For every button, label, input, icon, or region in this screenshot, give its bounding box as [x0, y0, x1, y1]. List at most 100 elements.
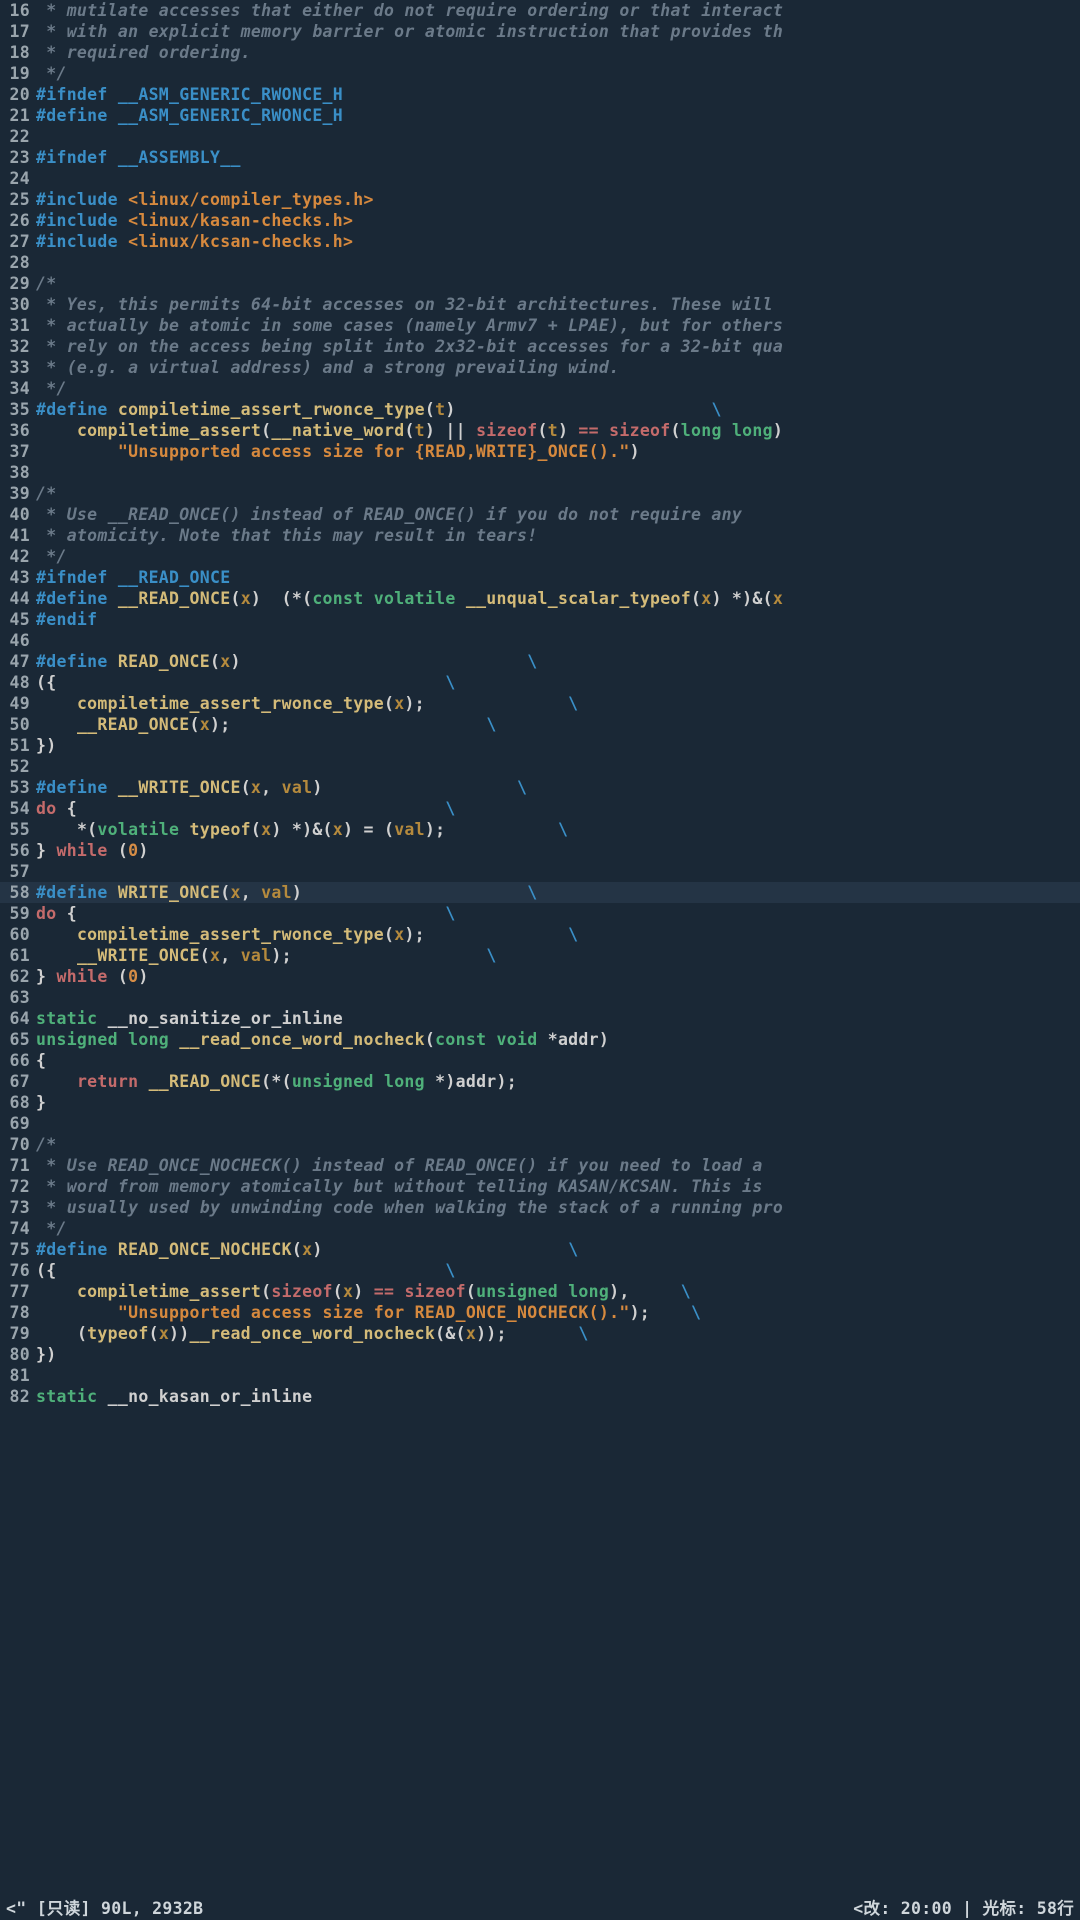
code-area[interactable]: 16 * mutilate accesses that either do no…	[0, 0, 1080, 1407]
code-line[interactable]: 37 "Unsupported access size for {READ,WR…	[0, 441, 1080, 462]
line-content	[36, 1113, 1080, 1134]
code-line[interactable]: 32 * rely on the access being split into…	[0, 336, 1080, 357]
code-line[interactable]: 76({ \	[0, 1260, 1080, 1281]
code-line[interactable]: 45#endif	[0, 609, 1080, 630]
code-line[interactable]: 64static __no_sanitize_or_inline	[0, 1008, 1080, 1029]
code-line[interactable]: 77 compiletime_assert(sizeof(x) == sizeo…	[0, 1281, 1080, 1302]
code-line[interactable]: 81	[0, 1365, 1080, 1386]
code-line[interactable]: 36 compiletime_assert(__native_word(t) |…	[0, 420, 1080, 441]
line-number: 59	[0, 903, 36, 924]
code-line[interactable]: 34 */	[0, 378, 1080, 399]
code-line[interactable]: 60 compiletime_assert_rwonce_type(x); \	[0, 924, 1080, 945]
code-line[interactable]: 49 compiletime_assert_rwonce_type(x); \	[0, 693, 1080, 714]
line-number: 65	[0, 1029, 36, 1050]
line-number: 75	[0, 1239, 36, 1260]
line-content	[36, 126, 1080, 147]
code-line[interactable]: 67 return __READ_ONCE(*(unsigned long *)…	[0, 1071, 1080, 1092]
code-line[interactable]: 17 * with an explicit memory barrier or …	[0, 21, 1080, 42]
code-line[interactable]: 58#define WRITE_ONCE(x, val) \	[0, 882, 1080, 903]
code-line[interactable]: 31 * actually be atomic in some cases (n…	[0, 315, 1080, 336]
code-line[interactable]: 29/*	[0, 273, 1080, 294]
code-line[interactable]: 65unsigned long __read_once_word_nocheck…	[0, 1029, 1080, 1050]
code-line[interactable]: 54do { \	[0, 798, 1080, 819]
code-line[interactable]: 71 * Use READ_ONCE_NOCHECK() instead of …	[0, 1155, 1080, 1176]
code-line[interactable]: 25#include <linux/compiler_types.h>	[0, 189, 1080, 210]
code-line[interactable]: 72 * word from memory atomically but wit…	[0, 1176, 1080, 1197]
code-line[interactable]: 27#include <linux/kcsan-checks.h>	[0, 231, 1080, 252]
line-number: 36	[0, 420, 36, 441]
line-content: * usually used by unwinding code when wa…	[36, 1197, 1080, 1218]
code-line[interactable]: 18 * required ordering.	[0, 42, 1080, 63]
line-number: 24	[0, 168, 36, 189]
code-line[interactable]: 73 * usually used by unwinding code when…	[0, 1197, 1080, 1218]
code-line[interactable]: 38	[0, 462, 1080, 483]
line-content: * with an explicit memory barrier or ato…	[36, 21, 1080, 42]
code-line[interactable]: 28	[0, 252, 1080, 273]
code-line[interactable]: 44#define __READ_ONCE(x) (*(const volati…	[0, 588, 1080, 609]
line-content: #include <linux/kcsan-checks.h>	[36, 231, 1080, 252]
code-line[interactable]: 78 "Unsupported access size for READ_ONC…	[0, 1302, 1080, 1323]
code-line[interactable]: 69	[0, 1113, 1080, 1134]
code-line[interactable]: 30 * Yes, this permits 64-bit accesses o…	[0, 294, 1080, 315]
code-line[interactable]: 46	[0, 630, 1080, 651]
code-line[interactable]: 63	[0, 987, 1080, 1008]
code-line[interactable]: 66{	[0, 1050, 1080, 1071]
line-number: 64	[0, 1008, 36, 1029]
line-content: * actually be atomic in some cases (name…	[36, 315, 1080, 336]
code-line[interactable]: 40 * Use __READ_ONCE() instead of READ_O…	[0, 504, 1080, 525]
code-line[interactable]: 57	[0, 861, 1080, 882]
code-line[interactable]: 20#ifndef __ASM_GENERIC_RWONCE_H	[0, 84, 1080, 105]
code-line[interactable]: 51})	[0, 735, 1080, 756]
line-content: * Use READ_ONCE_NOCHECK() instead of REA…	[36, 1155, 1080, 1176]
line-content: "Unsupported access size for {READ,WRITE…	[36, 441, 1080, 462]
code-line[interactable]: 62} while (0)	[0, 966, 1080, 987]
line-content: #define WRITE_ONCE(x, val) \	[36, 882, 1080, 903]
code-line[interactable]: 56} while (0)	[0, 840, 1080, 861]
code-line[interactable]: 19 */	[0, 63, 1080, 84]
code-editor[interactable]: 窗口(W) 编辑(E) 工具(Q) 启动(H) 名称 版本 软件源 组 ardu…	[0, 0, 1080, 1896]
line-content: __WRITE_ONCE(x, val); \	[36, 945, 1080, 966]
code-line[interactable]: 22	[0, 126, 1080, 147]
code-line[interactable]: 53#define __WRITE_ONCE(x, val) \	[0, 777, 1080, 798]
code-line[interactable]: 24	[0, 168, 1080, 189]
line-number: 43	[0, 567, 36, 588]
line-number: 20	[0, 84, 36, 105]
code-line[interactable]: 21#define __ASM_GENERIC_RWONCE_H	[0, 105, 1080, 126]
line-number: 69	[0, 1113, 36, 1134]
code-line[interactable]: 75#define READ_ONCE_NOCHECK(x) \	[0, 1239, 1080, 1260]
code-line[interactable]: 39/*	[0, 483, 1080, 504]
line-number: 80	[0, 1344, 36, 1365]
line-content: "Unsupported access size for READ_ONCE_N…	[36, 1302, 1080, 1323]
line-number: 67	[0, 1071, 36, 1092]
line-content	[36, 861, 1080, 882]
line-number: 34	[0, 378, 36, 399]
code-line[interactable]: 26#include <linux/kasan-checks.h>	[0, 210, 1080, 231]
code-line[interactable]: 33 * (e.g. a virtual address) and a stro…	[0, 357, 1080, 378]
line-content: * mutilate accesses that either do not r…	[36, 0, 1080, 21]
code-line[interactable]: 16 * mutilate accesses that either do no…	[0, 0, 1080, 21]
code-line[interactable]: 61 __WRITE_ONCE(x, val); \	[0, 945, 1080, 966]
code-line[interactable]: 43#ifndef __READ_ONCE	[0, 567, 1080, 588]
code-line[interactable]: 42 */	[0, 546, 1080, 567]
code-line[interactable]: 50 __READ_ONCE(x); \	[0, 714, 1080, 735]
line-number: 48	[0, 672, 36, 693]
code-line[interactable]: 23#ifndef __ASSEMBLY__	[0, 147, 1080, 168]
code-line[interactable]: 80})	[0, 1344, 1080, 1365]
code-line[interactable]: 47#define READ_ONCE(x) \	[0, 651, 1080, 672]
code-line[interactable]: 82static __no_kasan_or_inline	[0, 1386, 1080, 1407]
code-line[interactable]: 70/*	[0, 1134, 1080, 1155]
line-content: * (e.g. a virtual address) and a strong …	[36, 357, 1080, 378]
code-line[interactable]: 52	[0, 756, 1080, 777]
code-line[interactable]: 74 */	[0, 1218, 1080, 1239]
line-content: static __no_sanitize_or_inline	[36, 1008, 1080, 1029]
code-line[interactable]: 79 (typeof(x))__read_once_word_nocheck(&…	[0, 1323, 1080, 1344]
code-line[interactable]: 55 *(volatile typeof(x) *)&(x) = (val); …	[0, 819, 1080, 840]
code-line[interactable]: 68}	[0, 1092, 1080, 1113]
line-number: 32	[0, 336, 36, 357]
code-line[interactable]: 59do { \	[0, 903, 1080, 924]
line-content: return __READ_ONCE(*(unsigned long *)add…	[36, 1071, 1080, 1092]
line-number: 54	[0, 798, 36, 819]
code-line[interactable]: 41 * atomicity. Note that this may resul…	[0, 525, 1080, 546]
code-line[interactable]: 35#define compiletime_assert_rwonce_type…	[0, 399, 1080, 420]
code-line[interactable]: 48({ \	[0, 672, 1080, 693]
